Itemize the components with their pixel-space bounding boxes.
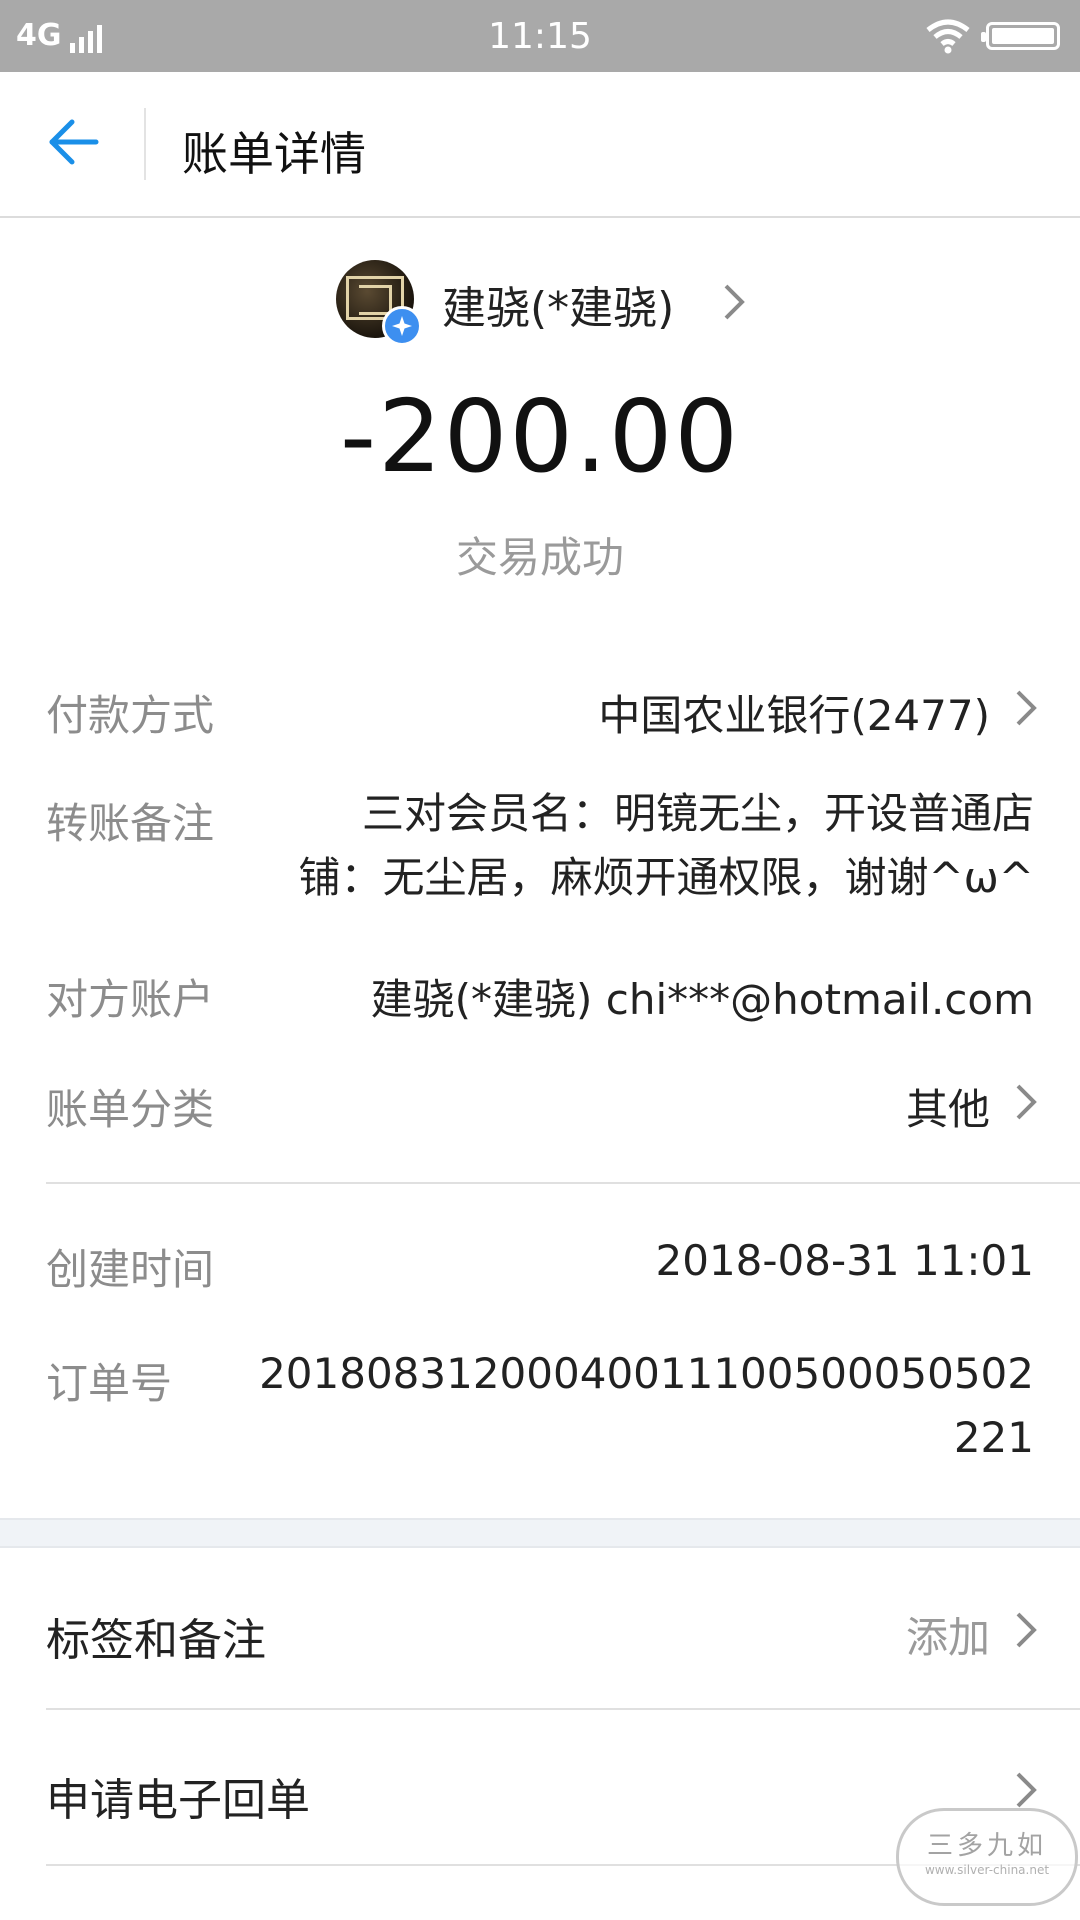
- order-number-line-2: 221: [953, 1413, 1034, 1462]
- tags-notes-label[interactable]: 标签和备注: [46, 1604, 266, 1668]
- e-receipt-label[interactable]: 申请电子回单: [46, 1764, 310, 1828]
- category-label: 账单分类: [46, 1085, 215, 1134]
- status-time: 11:15: [488, 16, 592, 57]
- battery-icon: [981, 22, 1060, 50]
- chevron-right-icon[interactable]: [1014, 1610, 1038, 1650]
- section-divider: [46, 1182, 1080, 1184]
- chevron-right-icon[interactable]: [1014, 1770, 1038, 1810]
- page-title: 账单详情: [182, 127, 366, 181]
- created-time-label: 创建时间: [46, 1245, 215, 1294]
- section-gap: [0, 1518, 1080, 1548]
- transfer-note-label: 转账备注: [46, 799, 215, 848]
- chevron-right-icon[interactable]: [1014, 688, 1038, 728]
- status-bar: 4G 11:15: [0, 0, 1080, 72]
- order-number-value: 201808312000400111005000505​02 221: [258, 1342, 1034, 1470]
- chevron-right-icon[interactable]: [1014, 1082, 1038, 1122]
- back-arrow-icon[interactable]: [44, 112, 104, 172]
- tags-notes-add[interactable]: 添加: [906, 1604, 990, 1665]
- transaction-status: 交易成功: [455, 533, 624, 582]
- order-number-label: 订单号: [46, 1359, 173, 1408]
- row-divider: [46, 1708, 1080, 1710]
- chevron-right-icon[interactable]: [722, 282, 746, 322]
- transfer-note-line-2: 铺：无尘居，麻烦开通权限，谢谢^ω^: [298, 853, 1034, 902]
- watermark-text: 三多九如: [926, 1831, 1047, 1861]
- counterparty-value: 建骁(*建骁) chi***@hotmail.com: [370, 975, 1034, 1024]
- transfer-note-line-1: 三对会员名：明镜无尘，开设普通店: [361, 789, 1034, 838]
- category-value[interactable]: 其他: [906, 1076, 990, 1137]
- counterparty-label: 对方账户: [46, 975, 215, 1024]
- created-time-value: 2018-08-31 11:01: [655, 1236, 1034, 1285]
- wifi-icon: [926, 19, 970, 54]
- transaction-amount: -200.00: [340, 378, 740, 495]
- payment-method-label: 付款方式: [46, 691, 215, 740]
- merchant-name[interactable]: 建骁(*建骁): [442, 272, 674, 336]
- order-number-line-1: 201808312000400111005000505​02: [259, 1349, 1034, 1398]
- transfer-note-value: 三对会员名：明镜无尘，开设普通店 铺：无尘居，麻烦开通权限，谢谢^ω^: [258, 782, 1034, 910]
- watermark-logo: 三多九如 www.silver-china.net: [896, 1808, 1078, 1906]
- nav-divider: [144, 108, 146, 180]
- payment-method-value[interactable]: 中国农业银行(2477): [598, 682, 990, 743]
- nav-bar: 账单详情: [0, 72, 1080, 218]
- verified-badge-icon: [382, 306, 422, 346]
- watermark-url: www.silver-china.net: [924, 1863, 1050, 1877]
